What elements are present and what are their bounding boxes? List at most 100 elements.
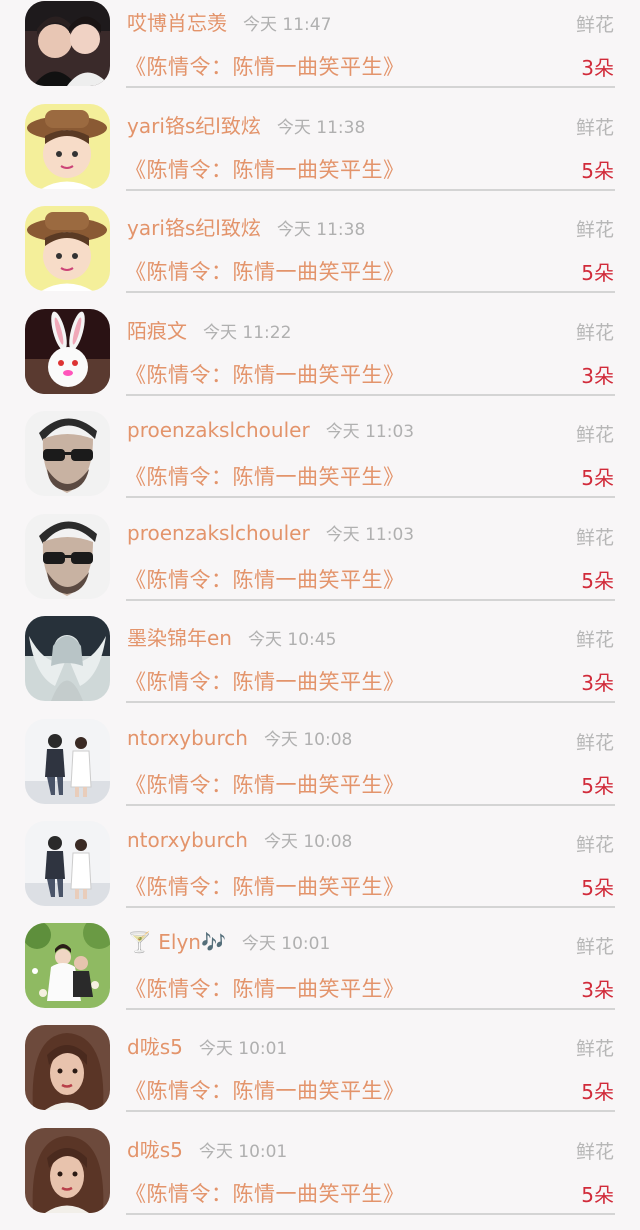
- gift-type-label: 鲜花: [575, 629, 614, 651]
- timestamp: 今天 11:22: [203, 323, 292, 343]
- gift-record-row[interactable]: d咙s5 今天 10:01 鲜花 《陈情令：陈情一曲笑平生》 5朵: [0, 1025, 640, 1127]
- user-name[interactable]: ntorxyburch 今天 10:08: [127, 827, 352, 852]
- gift-type-label: 鲜花: [575, 1038, 614, 1060]
- user-name-text[interactable]: d咙s5: [127, 1035, 183, 1059]
- user-name-text[interactable]: ntorxyburch: [127, 726, 248, 750]
- timestamp: 今天 10:08: [263, 730, 353, 750]
- timestamp: 今天 11:03: [325, 422, 415, 442]
- book-title-link[interactable]: 《陈情令：陈情一曲笑平生》: [125, 973, 405, 1003]
- book-title-link[interactable]: 《陈情令：陈情一曲笑平生》: [125, 666, 405, 696]
- gift-record-row[interactable]: proenzakslchouler 今天 11:03 鲜花《陈情令：陈情一曲笑平生》…: [0, 514, 640, 616]
- user-avatar[interactable]: [25, 1, 110, 86]
- user-avatar[interactable]: [25, 1128, 110, 1213]
- timestamp: 今天 10:45: [247, 630, 337, 650]
- user-name-text[interactable]: yari铬s纪l致炫: [127, 216, 261, 240]
- user-avatar[interactable]: [25, 104, 110, 189]
- user-avatar[interactable]: [25, 923, 110, 1008]
- user-name-text[interactable]: 🍸 Elyn🎶: [127, 930, 226, 954]
- book-title-link[interactable]: 《陈情令：陈情一曲笑平生》: [125, 564, 405, 594]
- gift-count: 5朵: [581, 261, 614, 285]
- gift-record-row[interactable]: d咙s5 今天 10:01 鲜花 《陈情令：陈情一曲笑平生》 5朵: [0, 1128, 640, 1230]
- gift-record-row[interactable]: yari铬s纪l致炫 今天 11:38 鲜花 《陈情令：陈情一曲笑平生》 5朵: [0, 104, 640, 206]
- gift-type-label: 鲜花: [575, 14, 614, 36]
- row-divider: [126, 1213, 615, 1215]
- gift-record-row[interactable]: 墨染锦年en 今天 10:45 鲜花《陈情令：陈情一曲笑平生》 3朵: [0, 616, 640, 718]
- gift-count: 5朵: [581, 466, 614, 490]
- timestamp: 今天 10:01: [198, 1142, 288, 1162]
- timestamp: 今天 11:03: [325, 525, 415, 545]
- row-divider: [126, 189, 615, 191]
- row-divider: [126, 1110, 615, 1112]
- gift-record-row[interactable]: 陌痕文 今天 11:22 鲜花 《陈情令：陈情一曲笑平生》 3朵: [0, 309, 640, 411]
- gift-record-row[interactable]: proenzakslchouler 今天 11:03 鲜花《陈情令：陈情一曲笑平生》…: [0, 411, 640, 513]
- timestamp: 今天 11:38: [276, 220, 366, 240]
- user-name[interactable]: d咙s5 今天 10:01: [127, 1031, 287, 1060]
- book-title-link[interactable]: 《陈情令：陈情一曲笑平生》: [125, 461, 405, 491]
- timestamp: 今天 11:38: [276, 118, 366, 138]
- gift-count: 3朵: [581, 364, 614, 388]
- book-title-link[interactable]: 《陈情令：陈情一曲笑平生》: [125, 256, 405, 286]
- gift-count: 3朵: [581, 56, 614, 80]
- book-title-link[interactable]: 《陈情令：陈情一曲笑平生》: [125, 1075, 405, 1105]
- user-name[interactable]: 🍸 Elyn🎶 今天 10:01: [127, 929, 330, 954]
- user-name[interactable]: proenzakslchouler 今天 11:03: [127, 417, 414, 442]
- user-avatar[interactable]: [25, 616, 110, 701]
- gift-record-row[interactable]: 哎博肖忘羡 今天 11:47 鲜花《陈情令：陈情一曲笑平生》 3朵: [0, 1, 640, 103]
- user-name-text[interactable]: yari铬s纪l致炫: [127, 114, 261, 138]
- user-avatar[interactable]: [25, 411, 110, 496]
- user-name[interactable]: yari铬s纪l致炫 今天 11:38: [127, 212, 365, 241]
- row-divider: [126, 906, 615, 908]
- user-name-text[interactable]: ntorxyburch: [127, 828, 248, 852]
- user-name[interactable]: ntorxyburch 今天 10:08: [127, 725, 352, 750]
- user-name-text[interactable]: d咙s5: [127, 1138, 183, 1162]
- user-avatar[interactable]: [25, 206, 110, 291]
- row-divider: [126, 804, 615, 806]
- row-divider: [126, 86, 615, 88]
- user-name[interactable]: 墨染锦年en 今天 10:45: [127, 622, 336, 651]
- user-name-text[interactable]: 哎博肖忘羡: [127, 11, 227, 35]
- timestamp: 今天 10:08: [263, 832, 353, 852]
- timestamp: 今天 10:01: [241, 934, 331, 954]
- gift-record-row[interactable]: ntorxyburch 今天 10:08 鲜花 《陈情令：陈情一曲笑平生》 5朵: [0, 821, 640, 923]
- book-title-link[interactable]: 《陈情令：陈情一曲笑平生》: [125, 1178, 405, 1208]
- gift-count: 5朵: [581, 159, 614, 183]
- user-avatar[interactable]: [25, 309, 110, 394]
- user-avatar[interactable]: [25, 1025, 110, 1110]
- user-avatar[interactable]: [25, 514, 110, 599]
- gift-type-label: 鲜花: [575, 527, 614, 549]
- user-name-text[interactable]: 墨染锦年en: [127, 626, 232, 650]
- book-title-link[interactable]: 《陈情令：陈情一曲笑平生》: [125, 51, 405, 81]
- gift-record-row[interactable]: ntorxyburch 今天 10:08 鲜花 《陈情令：陈情一曲笑平生》 5朵: [0, 719, 640, 821]
- gift-type-label: 鲜花: [575, 1141, 614, 1163]
- user-avatar[interactable]: [25, 821, 110, 906]
- book-title-link[interactable]: 《陈情令：陈情一曲笑平生》: [125, 871, 405, 901]
- gift-count: 5朵: [581, 774, 614, 798]
- timestamp: 今天 10:01: [198, 1039, 288, 1059]
- gift-count: 5朵: [581, 876, 614, 900]
- timestamp: 今天 11:47: [243, 15, 332, 35]
- gift-record-row[interactable]: yari铬s纪l致炫 今天 11:38 鲜花《陈情令：陈情一曲笑平生》 5朵: [0, 206, 640, 308]
- gift-count: 3朵: [581, 978, 614, 1002]
- gift-type-label: 鲜花: [575, 936, 614, 958]
- row-divider: [126, 496, 615, 498]
- book-title-link[interactable]: 《陈情令：陈情一曲笑平生》: [125, 359, 405, 389]
- user-name-text[interactable]: proenzakslchouler: [127, 521, 310, 545]
- user-name-text[interactable]: 陌痕文: [127, 319, 187, 343]
- gift-record-list: 哎博肖忘羡 今天 11:47 鲜花 《陈情令：陈情一曲笑平生》 3朵 yari铬s纪l致炫…: [0, 0, 640, 1215]
- row-divider: [126, 394, 615, 396]
- user-name[interactable]: d咙s5 今天 10:01: [127, 1134, 287, 1163]
- row-divider: [126, 291, 615, 293]
- book-title-link[interactable]: 《陈情令：陈情一曲笑平生》: [125, 769, 405, 799]
- book-title-link[interactable]: 《陈情令：陈情一曲笑平生》: [125, 154, 405, 184]
- gift-count: 5朵: [581, 569, 614, 593]
- gift-type-label: 鲜花: [575, 424, 614, 446]
- user-name[interactable]: 陌痕文 今天 11:22: [127, 315, 291, 344]
- gift-type-label: 鲜花: [575, 219, 614, 241]
- user-name[interactable]: yari铬s纪l致炫 今天 11:38: [127, 110, 365, 139]
- gift-count: 3朵: [581, 671, 614, 695]
- user-name-text[interactable]: proenzakslchouler: [127, 418, 310, 442]
- user-avatar[interactable]: [25, 719, 110, 804]
- user-name[interactable]: 哎博肖忘羡 今天 11:47: [127, 7, 331, 36]
- gift-record-row[interactable]: 🍸 Elyn🎶 今天 10:01 鲜花《陈情令：陈情一曲笑平生》 3朵: [0, 923, 640, 1025]
- user-name[interactable]: proenzakslchouler 今天 11:03: [127, 520, 414, 545]
